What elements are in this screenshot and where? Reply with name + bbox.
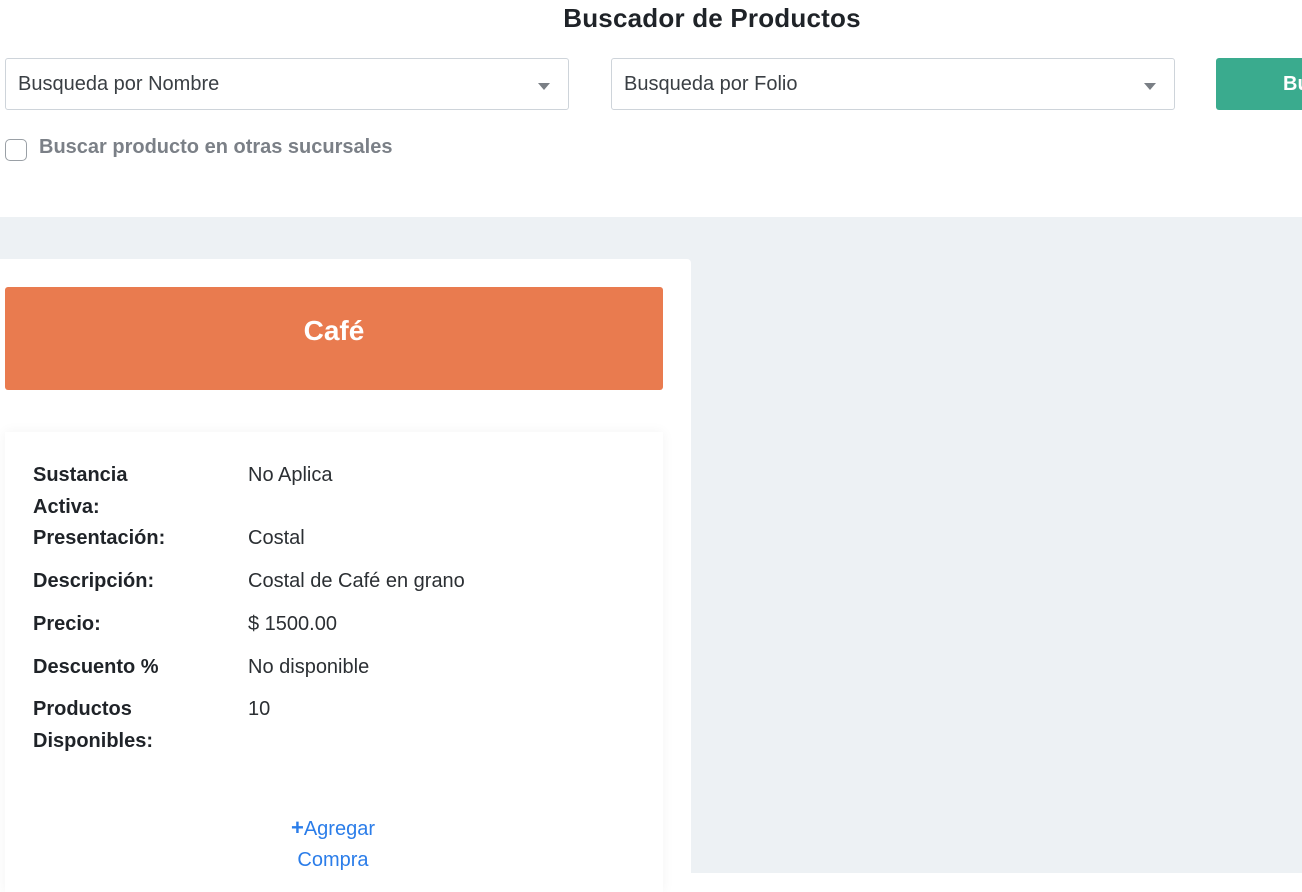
product-details: Sustancia Activa: No Aplica Presentación… [5, 432, 663, 892]
detail-value: 10 [248, 698, 271, 720]
name-search-select-value: Busqueda por Nombre [18, 73, 220, 95]
folio-search-select[interactable]: Busqueda por Folio [611, 58, 1175, 110]
detail-label: Descripción: [33, 570, 155, 592]
chevron-down-icon [1144, 83, 1156, 90]
detail-value: Costal de Café en grano [248, 570, 465, 592]
name-search-select[interactable]: Busqueda por Nombre [5, 58, 569, 110]
other-branches-checkbox[interactable] [5, 139, 27, 161]
detail-value: No disponible [248, 656, 370, 678]
detail-label: Descuento % [33, 656, 159, 678]
search-button[interactable]: Bu [1216, 58, 1302, 110]
other-branches-label[interactable]: Buscar producto en otras sucursales [39, 136, 392, 159]
detail-label: Sustancia Activa: [33, 464, 128, 518]
add-to-purchase-label: Agregar Compra [297, 818, 375, 871]
detail-label: Precio: [33, 613, 101, 635]
detail-value: $ 1500.00 [248, 613, 337, 635]
detail-value: Costal [248, 527, 305, 549]
folio-search-select-value: Busqueda por Folio [624, 73, 798, 95]
product-card: Café Sustancia Activa: No Aplica Present… [0, 259, 691, 892]
search-header: Buscador de Productos Busqueda por Nombr… [0, 0, 1302, 217]
page-title: Buscador de Productos [563, 3, 861, 33]
add-to-purchase-link[interactable]: +Agregar Compra [253, 812, 413, 876]
plus-icon: + [290, 815, 304, 840]
detail-value: No Aplica [248, 464, 333, 486]
detail-label: Productos Disponibles: [33, 698, 154, 752]
chevron-down-icon [538, 83, 550, 90]
detail-label: Presentación: [33, 527, 166, 549]
product-name-banner: Café [5, 287, 663, 390]
results-area: Café Sustancia Activa: No Aplica Present… [0, 217, 1302, 892]
